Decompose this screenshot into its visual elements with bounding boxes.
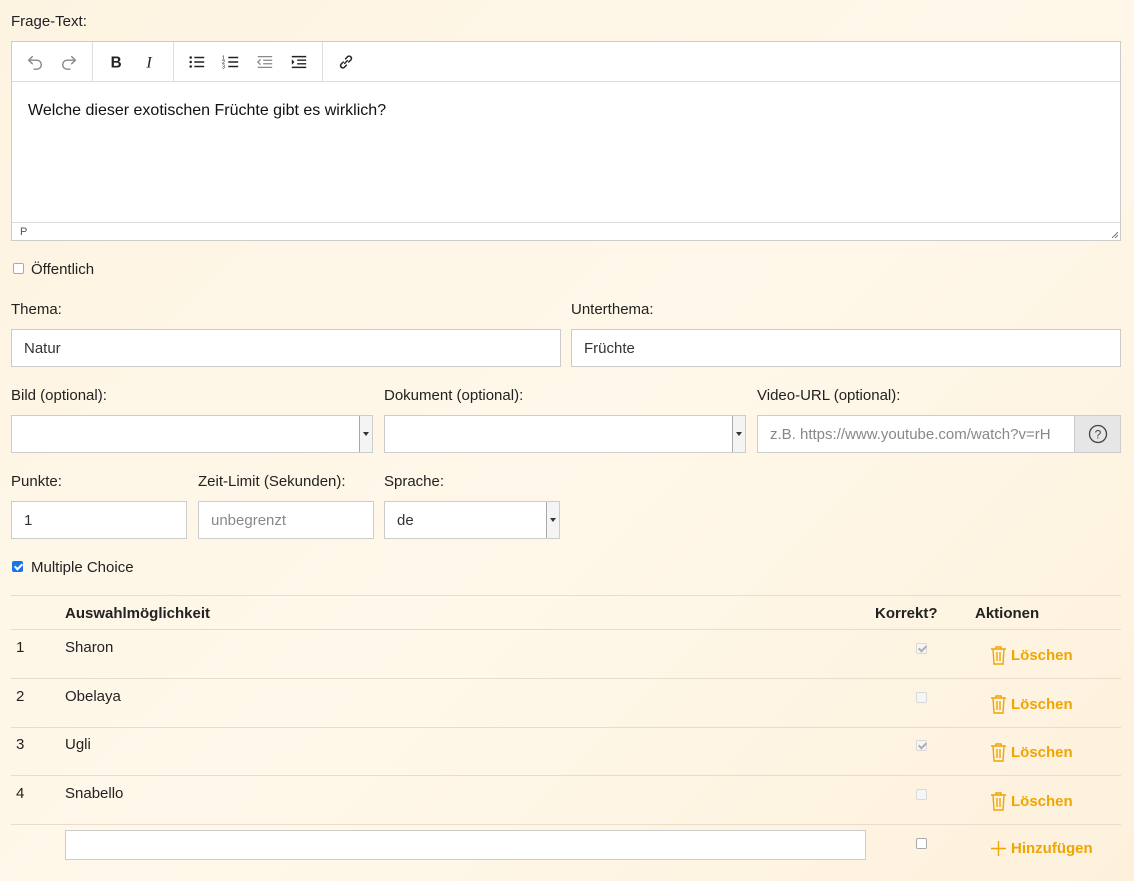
video-label: Video-URL (optional): [757, 387, 901, 404]
chevron-down-icon [359, 416, 372, 452]
table-divider [11, 824, 1121, 825]
editor-toolbar: B I 123 [12, 42, 1120, 82]
option-text: Ugli [65, 736, 91, 753]
option-text: Snabello [65, 785, 124, 802]
delete-label: Löschen [1011, 743, 1073, 761]
question-label: Frage-Text: [11, 13, 87, 30]
outdent-button[interactable] [248, 46, 282, 78]
add-option-button[interactable]: Hinzufügen [990, 840, 1093, 857]
chevron-down-icon [732, 416, 745, 452]
delete-button[interactable]: Löschen [990, 645, 1073, 665]
trash-icon [991, 743, 1006, 762]
svg-text:B: B [111, 54, 122, 71]
language-label: Sprache: [384, 473, 445, 490]
table-divider [11, 678, 1121, 679]
points-input[interactable]: 1 [11, 501, 187, 539]
table-divider [11, 629, 1121, 630]
toolbar-group-lists: 123 [174, 42, 323, 81]
bold-button[interactable]: B [99, 46, 133, 78]
italic-button[interactable]: I [133, 46, 167, 78]
document-select[interactable] [384, 415, 746, 453]
svg-text:?: ? [1094, 428, 1101, 442]
document-label: Dokument (optional): [384, 387, 524, 404]
indent-button[interactable] [282, 46, 316, 78]
points-label: Punkte: [11, 473, 62, 490]
correct-checkbox[interactable] [916, 740, 927, 751]
chevron-down-icon [546, 502, 559, 538]
question-editor[interactable]: B I 123 Welche dieser exotischen Früchte… [11, 41, 1121, 241]
time-limit-input[interactable]: unbegrenzt [198, 501, 374, 539]
language-select[interactable]: de [384, 501, 560, 539]
trash-icon [991, 695, 1006, 714]
delete-button[interactable]: Löschen [990, 742, 1073, 762]
toolbar-group-link [323, 42, 369, 81]
public-checkbox[interactable] [13, 263, 24, 274]
outdent-icon [256, 55, 273, 68]
plus-icon [991, 841, 1006, 856]
header-option: Auswahlmöglichkeit [65, 605, 211, 622]
trash-icon [991, 792, 1006, 811]
image-select[interactable] [11, 415, 373, 453]
header-actions: Aktionen [975, 605, 1040, 622]
table-divider [11, 595, 1121, 596]
bold-icon: B [111, 54, 122, 71]
editor-statusbar: P [12, 222, 1120, 240]
row-number: 1 [16, 639, 25, 656]
header-correct: Korrekt? [875, 605, 938, 622]
delete-label: Löschen [1011, 646, 1073, 664]
row-number: 4 [16, 785, 25, 802]
subtopic-label: Unterthema: [571, 301, 654, 318]
video-url-input[interactable]: z.B. https://www.youtube.com/watch?v=rH [757, 415, 1075, 453]
language-select-value: de [397, 511, 414, 529]
svg-text:I: I [145, 53, 153, 71]
element-path[interactable]: P [20, 226, 27, 238]
topic-input[interactable]: Natur [11, 329, 561, 367]
redo-button[interactable] [52, 46, 86, 78]
numbered-list-button[interactable]: 123 [214, 46, 248, 78]
italic-icon: I [145, 53, 153, 71]
link-button[interactable] [329, 46, 363, 78]
bullet-list-button[interactable] [180, 46, 214, 78]
link-icon [339, 54, 353, 69]
correct-checkbox[interactable] [916, 789, 927, 800]
bullet-list-icon [189, 55, 205, 68]
toolbar-group-format: B I [93, 42, 174, 81]
redo-icon [61, 55, 77, 70]
row-number: 3 [16, 736, 25, 753]
public-label[interactable]: Öffentlich [31, 261, 94, 278]
delete-label: Löschen [1011, 792, 1073, 810]
help-icon: ? [1088, 424, 1107, 444]
multiple-choice-label[interactable]: Multiple Choice [31, 559, 134, 576]
row-number: 2 [16, 688, 25, 705]
table-divider [11, 727, 1121, 728]
new-option-input[interactable] [65, 830, 866, 860]
delete-button[interactable]: Löschen [990, 791, 1073, 811]
image-label: Bild (optional): [11, 387, 107, 404]
undo-icon [27, 55, 43, 70]
toolbar-group-history [12, 42, 93, 81]
correct-checkbox[interactable] [916, 692, 927, 703]
delete-button[interactable]: Löschen [990, 694, 1073, 714]
video-help-button[interactable]: ? [1075, 415, 1121, 453]
time-limit-label: Zeit-Limit (Sekunden): [198, 473, 346, 490]
trash-icon [991, 646, 1006, 665]
resize-handle-icon[interactable] [1110, 230, 1118, 238]
topic-label: Thema: [11, 301, 62, 318]
add-label: Hinzufügen [1011, 840, 1093, 857]
editor-content[interactable]: Welche dieser exotischen Früchte gibt es… [12, 82, 1120, 223]
option-text: Sharon [65, 639, 114, 656]
new-option-correct-checkbox[interactable] [916, 838, 927, 849]
subtopic-input[interactable]: Früchte [571, 329, 1121, 367]
option-text: Obelaya [65, 688, 121, 705]
multiple-choice-checkbox[interactable] [12, 561, 23, 572]
delete-label: Löschen [1011, 695, 1073, 713]
indent-icon [291, 55, 307, 68]
numbered-list-icon: 123 [222, 55, 239, 70]
svg-text:3: 3 [222, 64, 225, 70]
undo-button[interactable] [18, 46, 52, 78]
correct-checkbox[interactable] [916, 643, 927, 654]
table-divider [11, 775, 1121, 776]
